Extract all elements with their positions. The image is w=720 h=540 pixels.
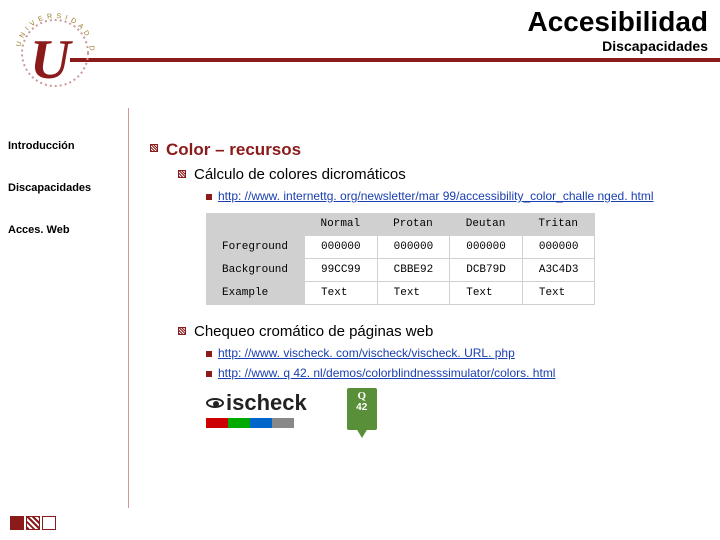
link-q42[interactable]: http: //www. q 42. nl/demos/colorblindne… — [218, 366, 555, 380]
sidebar: Introducción Discapacidades Acces. Web — [8, 140, 128, 266]
bullet-icon — [178, 170, 186, 178]
row-background: Background — [206, 259, 305, 282]
sidebar-item-discapacidades[interactable]: Discapacidades — [8, 182, 128, 194]
eye-icon — [206, 398, 224, 408]
cell: 000000 — [522, 236, 595, 259]
color-bar-blue — [250, 418, 272, 428]
header-divider — [70, 58, 720, 62]
color-bar-red — [206, 418, 228, 428]
bullet-icon — [150, 144, 158, 152]
cell: 000000 — [305, 236, 378, 259]
link-vischeck[interactable]: http: //www. vischeck. com/vischeck/visc… — [218, 346, 515, 360]
logo-letter: U — [30, 32, 70, 88]
col-normal: Normal — [305, 213, 378, 236]
bullet-icon — [206, 351, 212, 357]
link-internettg[interactable]: http: //www. internettg. org/newsletter/… — [218, 189, 654, 203]
col-deutan: Deutan — [450, 213, 523, 236]
footer-square-hatched — [26, 516, 40, 530]
cell: Text — [305, 282, 378, 305]
cell: Text — [377, 282, 450, 305]
cell: 99CC99 — [305, 259, 378, 282]
col-tritan: Tritan — [522, 213, 595, 236]
q42-q: Q — [347, 390, 377, 402]
item-calculo: Cálculo de colores dicromáticos — [194, 166, 406, 183]
bullet-icon — [206, 194, 212, 200]
cell: Text — [522, 282, 595, 305]
cell: DCB79D — [450, 259, 523, 282]
col-protan: Protan — [377, 213, 450, 236]
q42-logo: Q 42 — [347, 388, 377, 430]
bullet-icon — [206, 371, 212, 377]
bullet-icon — [178, 327, 186, 335]
color-bar-gray — [272, 418, 294, 428]
color-bar-green — [228, 418, 250, 428]
university-logo: U N I V E R S I D A D D E U — [8, 6, 108, 106]
sidebar-item-acces-web[interactable]: Acces. Web — [8, 224, 128, 236]
cell: Text — [450, 282, 523, 305]
color-table: Normal Protan Deutan Tritan Foreground 0… — [206, 213, 710, 305]
footer-square-empty — [42, 516, 56, 530]
footer-squares — [10, 516, 56, 530]
sidebar-item-intro[interactable]: Introducción — [8, 140, 128, 152]
item-chequeo: Chequeo cromático de páginas web — [194, 323, 433, 340]
main-content: Color – recursos Cálculo de colores dicr… — [150, 140, 710, 430]
vischeck-logo: ischeck — [206, 390, 307, 428]
vertical-divider — [128, 108, 129, 508]
cell: 000000 — [377, 236, 450, 259]
row-example: Example — [206, 282, 305, 305]
vischeck-text: ischeck — [226, 390, 307, 416]
row-foreground: Foreground — [206, 236, 305, 259]
section-heading: Color – recursos — [166, 140, 301, 160]
cell: CBBE92 — [377, 259, 450, 282]
cell: 000000 — [450, 236, 523, 259]
footer-square-solid — [10, 516, 24, 530]
cell: A3C4D3 — [522, 259, 595, 282]
q42-num: 42 — [347, 402, 377, 413]
